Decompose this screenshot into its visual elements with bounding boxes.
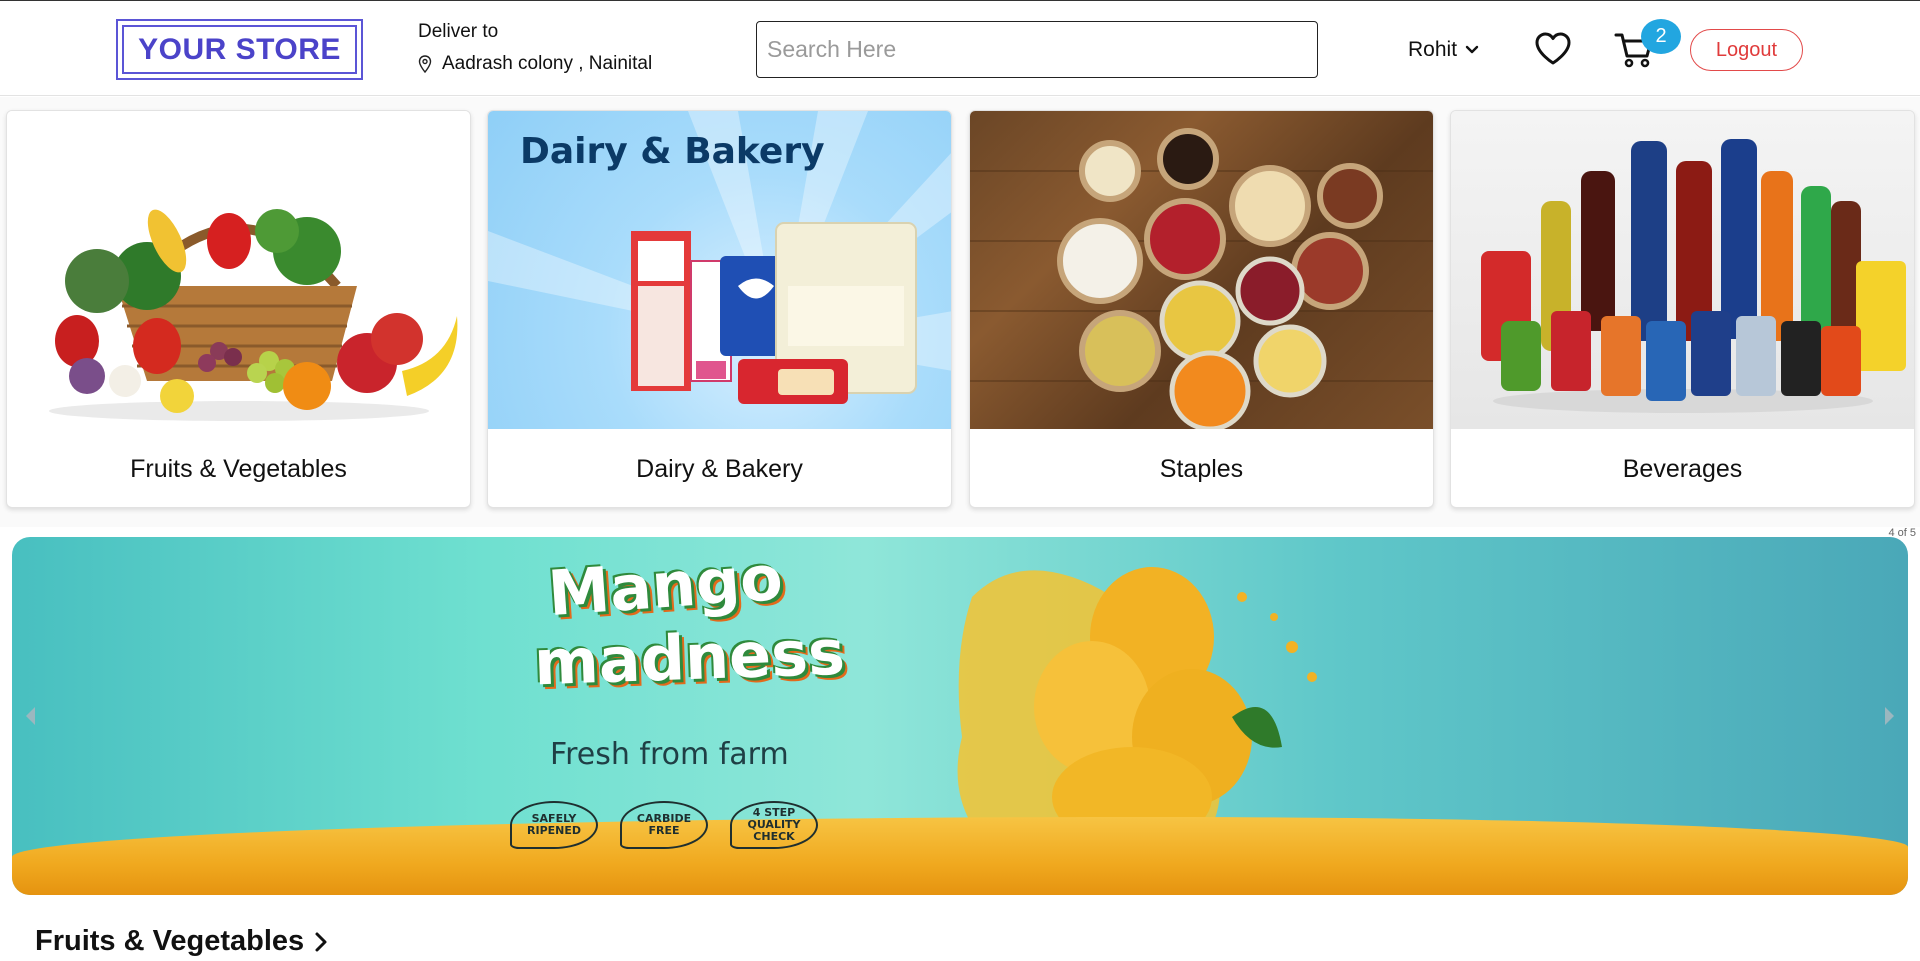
- pulses-bowls-image: [970, 111, 1433, 429]
- wishlist-heart-icon[interactable]: [1534, 31, 1572, 67]
- logout-button[interactable]: Logout: [1690, 29, 1803, 71]
- fruit-basket-image: [7, 111, 470, 429]
- mango-madness-banner[interactable]: Mango madness Fresh from farm SAFELY RIP…: [12, 537, 1908, 895]
- store-logo[interactable]: YOUR STORE: [116, 19, 363, 80]
- category-row: Fruits & Vegetables Dairy & Bakery Dairy…: [0, 97, 1920, 527]
- user-name: Rohit: [1408, 38, 1458, 61]
- banner-subtitle: Fresh from farm: [550, 737, 789, 772]
- category-label: Fruits & Vegetables: [130, 454, 347, 483]
- feature-badge: CARBIDE FREE: [620, 801, 708, 849]
- soft-drinks-image: [1451, 111, 1914, 429]
- category-card-dairy-bakery[interactable]: Dairy & Bakery Dairy & Bakery: [487, 110, 952, 508]
- category-card-fruits-vegetables[interactable]: Fruits & Vegetables: [6, 110, 471, 508]
- search-input[interactable]: [756, 21, 1318, 78]
- store-logo-text: YOUR STORE: [122, 25, 357, 74]
- location-pin-icon: [418, 55, 432, 73]
- feature-badge: SAFELY RIPENED: [510, 801, 598, 849]
- delivery-location[interactable]: Deliver to Aadrash colony , Nainital: [418, 21, 652, 75]
- chevron-right-icon: [315, 932, 327, 951]
- top-header: YOUR STORE Deliver to Aadrash colony , N…: [0, 0, 1920, 96]
- dairy-products-image: Dairy & Bakery: [488, 111, 951, 429]
- promo-carousel: 4 of 5 Mango madness Fresh from farm SAF…: [0, 527, 1920, 907]
- user-menu[interactable]: Rohit: [1408, 38, 1479, 62]
- category-label: Staples: [1159, 454, 1244, 483]
- chevron-down-icon: [1465, 45, 1479, 54]
- category-card-staples[interactable]: Staples: [969, 110, 1434, 508]
- cart-count-badge: 2: [1641, 19, 1681, 54]
- delivery-address: Aadrash colony , Nainital: [442, 53, 653, 74]
- feature-badge: 4 STEP QUALITY CHECK: [730, 801, 818, 849]
- banner-title-line2: madness: [532, 615, 847, 700]
- category-label: Beverages: [1622, 454, 1743, 483]
- carousel-prev-arrow-icon[interactable]: [26, 707, 35, 725]
- banner-feature-badges: SAFELY RIPENED CARBIDE FREE 4 STEP QUALI…: [510, 801, 818, 849]
- deliver-to-label: Deliver to: [418, 21, 499, 42]
- section-title: Fruits & Vegetables: [35, 925, 305, 957]
- section-heading-fruits-vegetables[interactable]: Fruits & Vegetables: [35, 925, 328, 958]
- category-card-beverages[interactable]: Beverages: [1450, 110, 1915, 508]
- dairy-banner-title: Dairy & Bakery: [520, 131, 825, 172]
- category-label: Dairy & Bakery: [636, 454, 803, 483]
- carousel-next-arrow-icon[interactable]: [1885, 707, 1894, 725]
